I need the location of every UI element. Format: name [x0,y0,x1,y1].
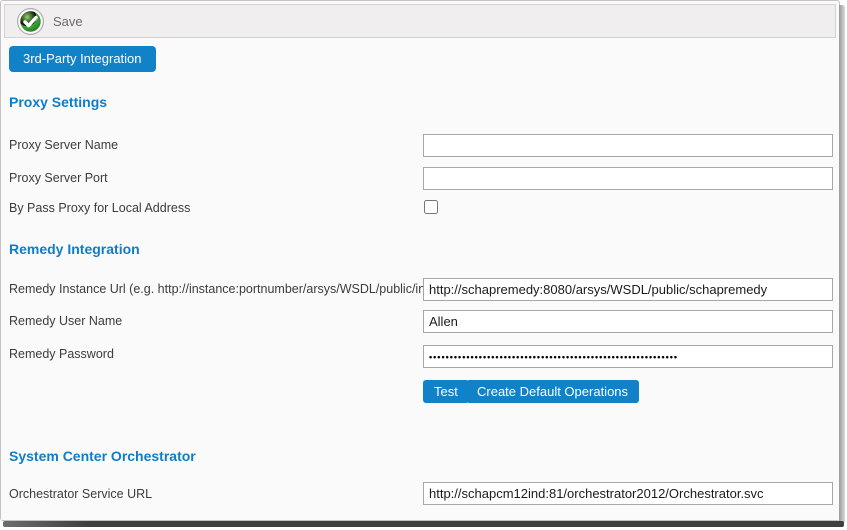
toolbar: Save [4,4,836,38]
proxy-settings-heading: Proxy Settings [9,94,107,110]
save-label: Save [53,14,83,29]
settings-content: 3rd-Party Integration Proxy Settings Pro… [1,39,839,520]
settings-window: Save 3rd-Party Integration Proxy Setting… [0,0,840,521]
remedy-password-label: Remedy Password [9,347,114,361]
remedy-integration-heading: Remedy Integration [9,241,140,257]
system-center-orchestrator-heading: System Center Orchestrator [9,448,196,464]
test-button[interactable]: Test [423,380,469,403]
remedy-user-name-label: Remedy User Name [9,314,122,328]
bypass-proxy-label: By Pass Proxy for Local Address [9,201,190,215]
remedy-password-input[interactable] [423,345,833,368]
save-check-icon [17,8,44,35]
save-button[interactable]: Save [17,8,83,35]
proxy-server-port-label: Proxy Server Port [9,171,108,185]
proxy-server-name-label: Proxy Server Name [9,138,118,152]
remedy-instance-url-label: Remedy Instance Url (e.g. http://instanc… [9,282,466,296]
orchestrator-service-url-input[interactable] [423,482,833,505]
remedy-instance-url-input[interactable] [423,278,833,301]
tab-3rd-party-integration[interactable]: 3rd-Party Integration [9,46,156,72]
bypass-proxy-checkbox[interactable] [424,200,438,214]
proxy-server-name-input[interactable] [423,134,833,157]
orchestrator-service-url-label: Orchestrator Service URL [9,487,152,501]
create-default-operations-button[interactable]: Create Default Operations [466,380,639,403]
remedy-user-name-input[interactable] [423,310,833,333]
proxy-server-port-input[interactable] [423,167,833,190]
